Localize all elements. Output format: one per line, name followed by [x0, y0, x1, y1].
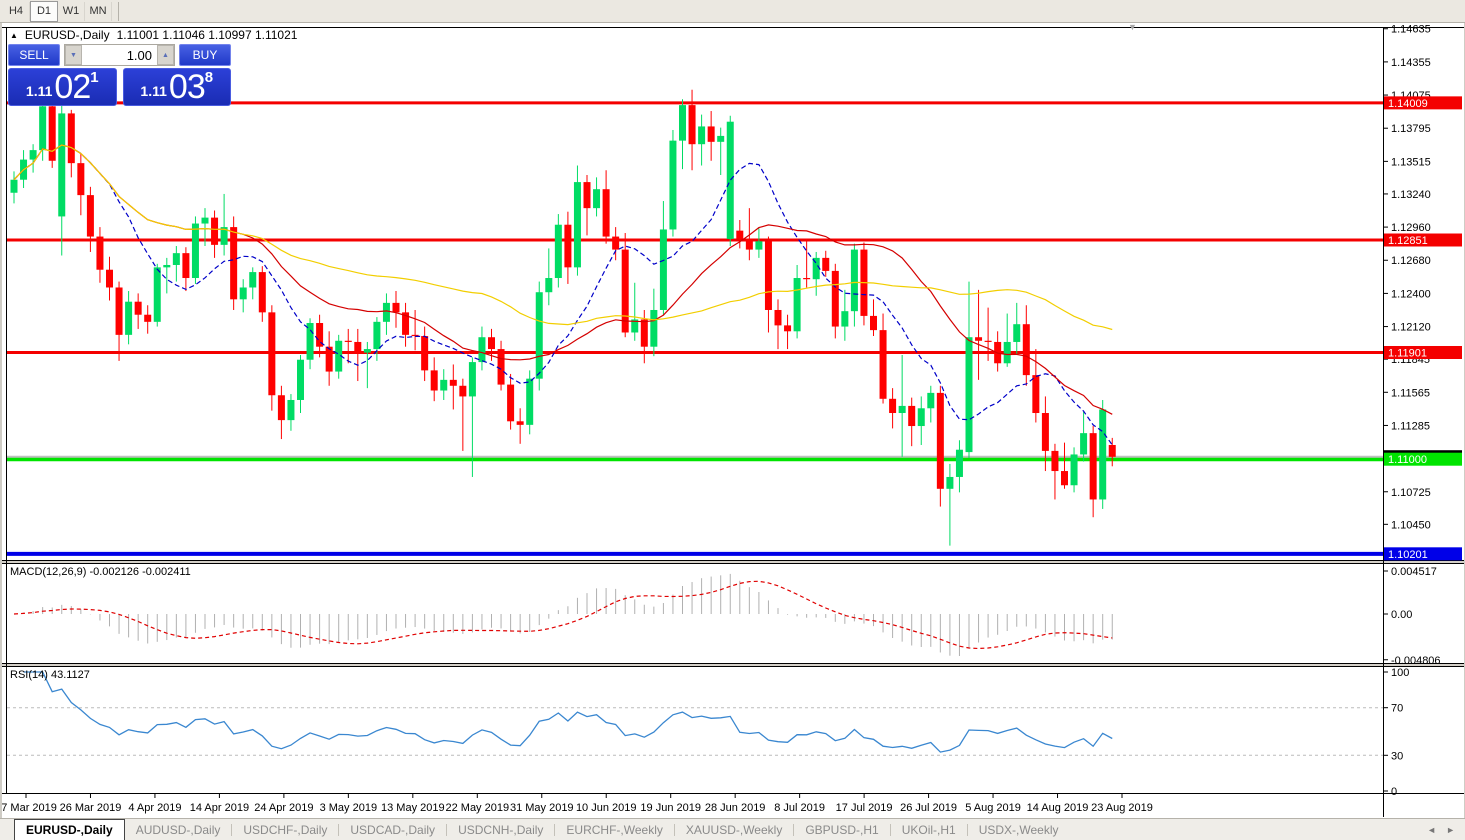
sell-price[interactable]: 1.11 02 1	[8, 68, 117, 106]
svg-text:0: 0	[1391, 786, 1397, 798]
svg-text:13 May 2019: 13 May 2019	[381, 802, 445, 814]
svg-text:1.12851: 1.12851	[1388, 235, 1428, 247]
symbol-tab-bar: EURUSD-,Daily AUDUSD-,Daily USDCHF-,Dail…	[0, 818, 1465, 840]
collapse-panel-icon[interactable]: ▲	[10, 31, 18, 40]
svg-text:10 Jun 2019: 10 Jun 2019	[576, 802, 637, 814]
symbol-title: EURUSD-,Daily	[24, 28, 110, 42]
volume-increment-button[interactable]: ▲	[157, 45, 174, 65]
window-left-edge	[0, 23, 2, 840]
tab-usdcad-daily[interactable]: USDCAD-,Daily	[339, 819, 446, 840]
volume-group: ▼ 1.00 ▲	[64, 44, 175, 66]
svg-text:3 May 2019: 3 May 2019	[320, 802, 377, 814]
timeframe-button-d1[interactable]: D1	[30, 0, 58, 22]
tab-scroll-left-icon[interactable]: ◄	[1427, 825, 1436, 835]
svg-text:17 Mar 2019: 17 Mar 2019	[0, 802, 57, 814]
svg-text:26 Mar 2019: 26 Mar 2019	[60, 802, 122, 814]
svg-text:14 Aug 2019: 14 Aug 2019	[1027, 802, 1089, 814]
svg-text:30: 30	[1391, 750, 1403, 762]
chart-canvas[interactable]: 17 Mar 2019 26 Mar 2019 4 Apr 2019 14 Apr 2…	[0, 0, 1465, 840]
svg-text:1.11285: 1.11285	[1391, 420, 1430, 432]
svg-text:19 Jun 2019: 19 Jun 2019	[640, 802, 701, 814]
sell-price-small: 1.11	[25, 83, 53, 99]
ohlc-quote: 1.11001 1.11046 1.10997 1.11021	[116, 28, 298, 42]
svg-text:1.14635: 1.14635	[1391, 24, 1431, 36]
tab-eurusd-daily[interactable]: EURUSD-,Daily	[14, 819, 125, 840]
timeframe-button-mn[interactable]: MN	[85, 1, 112, 21]
svg-text:1.10201: 1.10201	[1388, 549, 1428, 561]
tab-ukoil-h1[interactable]: UKOil-,H1	[891, 819, 967, 840]
buy-price-big: 03	[168, 68, 206, 106]
svg-text:14 Apr 2019: 14 Apr 2019	[190, 802, 249, 814]
svg-text:0.00: 0.00	[1391, 609, 1412, 621]
volume-input[interactable]: 1.00	[82, 45, 157, 65]
mt4-window: 17 Mar 2019 26 Mar 2019 4 Apr 2019 14 Apr 2…	[0, 0, 1465, 840]
svg-text:1.13795: 1.13795	[1391, 123, 1431, 135]
sell-button[interactable]: SELL	[8, 44, 60, 66]
svg-text:1.10725: 1.10725	[1391, 487, 1431, 499]
svg-text:4 Apr 2019: 4 Apr 2019	[128, 802, 181, 814]
one-click-trade-panel: SELL ▼ 1.00 ▲ BUY 1.11 02 1 1.11 03 8	[8, 44, 231, 106]
tab-usdx-weekly[interactable]: USDX-,Weekly	[968, 819, 1070, 840]
svg-text:1.14355: 1.14355	[1391, 57, 1431, 69]
timeframe-button-h4[interactable]: H4	[3, 1, 30, 21]
timeframe-toolbar: H4 D1 W1 MN	[0, 0, 1465, 23]
svg-text:28 Jun 2019: 28 Jun 2019	[705, 802, 766, 814]
tab-audusd-daily[interactable]: AUDUSD-,Daily	[125, 819, 232, 840]
tab-xauusd-weekly[interactable]: XAUUSD-,Weekly	[675, 819, 793, 840]
chart-shift-marker-icon[interactable]: ▼	[1128, 22, 1137, 32]
svg-text:1.14009: 1.14009	[1388, 98, 1428, 110]
svg-text:0.004517: 0.004517	[1391, 566, 1437, 578]
svg-text:1.12960: 1.12960	[1391, 222, 1431, 234]
buy-price[interactable]: 1.11 03 8	[122, 68, 231, 106]
sell-price-sup: 1	[90, 69, 99, 86]
tab-gbpusd-h1[interactable]: GBPUSD-,H1	[794, 819, 889, 840]
sell-price-big: 02	[54, 68, 91, 106]
svg-text:17 Jul 2019: 17 Jul 2019	[836, 802, 893, 814]
tab-usdchf-daily[interactable]: USDCHF-,Daily	[232, 819, 338, 840]
buy-price-small: 1.11	[140, 83, 167, 99]
buy-button[interactable]: BUY	[179, 44, 231, 66]
svg-text:1.13515: 1.13515	[1391, 156, 1431, 168]
toolbar-separator	[118, 1, 119, 21]
rsi-indicator-label: RSI(14) 43.1127	[10, 669, 90, 681]
svg-text:26 Jul 2019: 26 Jul 2019	[900, 802, 957, 814]
buy-price-sup: 8	[204, 69, 214, 86]
chart-title: ▲ EURUSD-,Daily 1.11001 1.11046 1.10997 …	[10, 28, 302, 42]
svg-text:1.11901: 1.11901	[1388, 347, 1427, 359]
svg-text:22 May 2019: 22 May 2019	[445, 802, 509, 814]
svg-text:8 Jul 2019: 8 Jul 2019	[774, 802, 825, 814]
tab-usdcnh-daily[interactable]: USDCNH-,Daily	[447, 819, 554, 840]
svg-text:-0.004806: -0.004806	[1391, 655, 1441, 667]
svg-text:1.11000: 1.11000	[1388, 454, 1427, 466]
timeframe-button-w1[interactable]: W1	[58, 1, 85, 21]
svg-text:70: 70	[1391, 703, 1403, 715]
svg-text:1.10450: 1.10450	[1391, 519, 1431, 531]
volume-decrement-button[interactable]: ▼	[65, 45, 82, 65]
svg-text:1.12680: 1.12680	[1391, 255, 1431, 267]
tab-scroll-right-icon[interactable]: ►	[1446, 825, 1455, 835]
svg-text:100: 100	[1391, 667, 1409, 679]
svg-text:1.13240: 1.13240	[1391, 189, 1431, 201]
tab-eurchf-weekly[interactable]: EURCHF-,Weekly	[555, 819, 673, 840]
svg-text:31 May 2019: 31 May 2019	[510, 802, 574, 814]
macd-indicator-label: MACD(12,26,9) -0.002126 -0.002411	[10, 566, 191, 578]
svg-text:1.11565: 1.11565	[1391, 387, 1430, 399]
svg-text:1.12120: 1.12120	[1391, 322, 1431, 334]
svg-text:5 Aug 2019: 5 Aug 2019	[965, 802, 1021, 814]
svg-text:1.12400: 1.12400	[1391, 288, 1431, 300]
svg-text:23 Aug 2019: 23 Aug 2019	[1091, 802, 1153, 814]
svg-text:24 Apr 2019: 24 Apr 2019	[254, 802, 313, 814]
